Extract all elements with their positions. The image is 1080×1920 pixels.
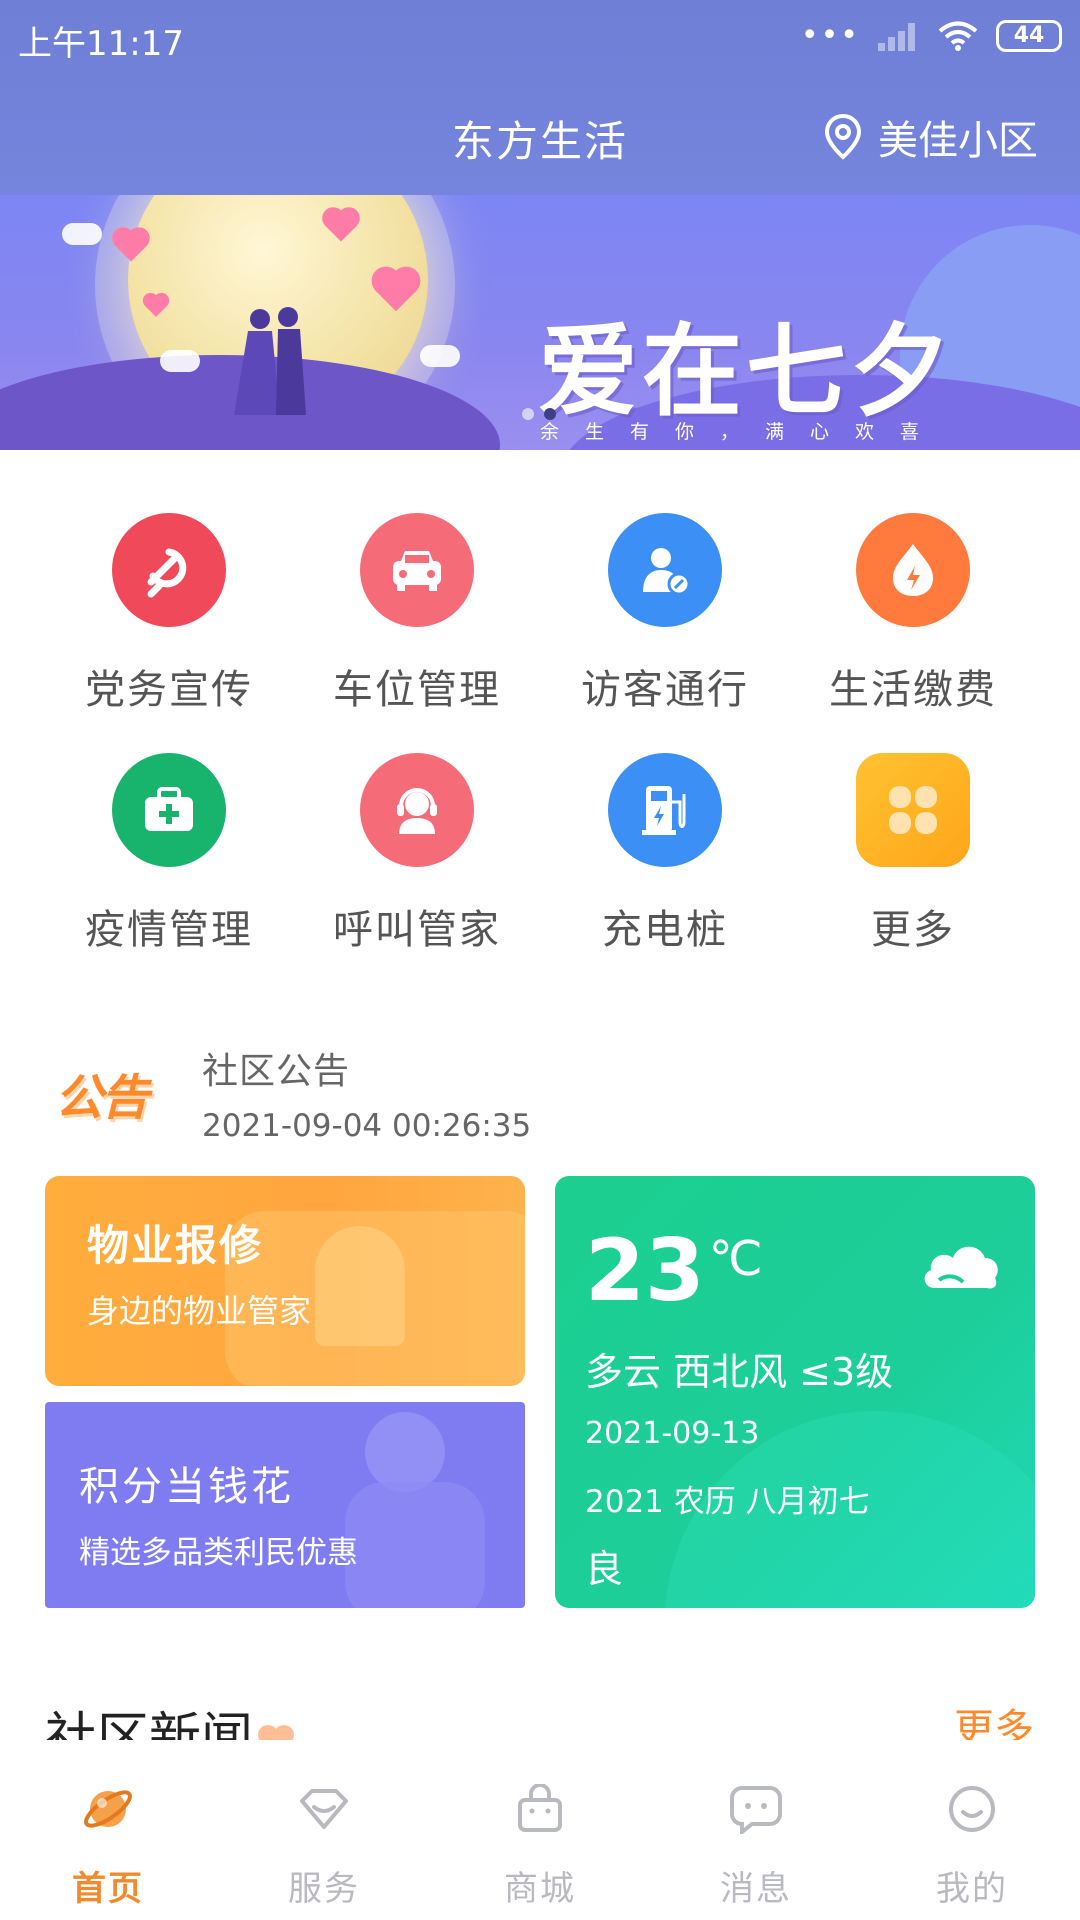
- chat-bubble-icon: [648, 1773, 864, 1845]
- shopping-bag-icon: [432, 1773, 648, 1845]
- more-dots-icon: •••: [800, 18, 860, 53]
- status-time: 上午11:17: [18, 24, 184, 64]
- cloudy-weather-icon: [924, 1246, 998, 1289]
- service-label: 党务宣传: [85, 667, 253, 713]
- wifi-icon: [938, 20, 978, 52]
- cloud-icon: [420, 345, 460, 367]
- weather-date: 2021-09-13: [585, 1416, 760, 1451]
- visitor-icon: [608, 513, 722, 627]
- service-label: 疫情管理: [85, 907, 253, 953]
- service-label: 充电桩: [602, 907, 728, 953]
- planet-icon: [0, 1773, 216, 1845]
- notice-time: 2021-09-04 00:26:35: [202, 1108, 532, 1144]
- diamond-icon: [216, 1773, 432, 1845]
- cloud-icon: [62, 223, 102, 245]
- medical-kit-icon: [112, 753, 226, 867]
- nav-label: 我的: [936, 1869, 1008, 1909]
- bottom-nav: 首页 服务 商城 消息 我的: [0, 1745, 1080, 1920]
- news-decoration: [258, 1725, 294, 1740]
- nav-label: 商城: [504, 1869, 576, 1909]
- location-label: 美佳小区: [878, 118, 1038, 164]
- service-label: 车位管理: [333, 667, 501, 713]
- service-visitor[interactable]: 访客通行: [541, 513, 789, 715]
- service-butler[interactable]: 呼叫管家: [293, 753, 541, 955]
- nav-profile[interactable]: 我的: [864, 1745, 1080, 1910]
- nav-label: 消息: [720, 1869, 792, 1909]
- service-label: 更多: [871, 907, 955, 953]
- nav-home[interactable]: 首页: [0, 1745, 216, 1910]
- points-title: 积分当钱花: [79, 1464, 294, 1510]
- car-icon: [360, 513, 474, 627]
- status-icons: ••• 44: [801, 18, 1062, 53]
- headset-icon: [360, 753, 474, 867]
- weather-description: 多云 西北风 ≤3级: [585, 1350, 894, 1394]
- service-payment[interactable]: 生活缴费: [789, 513, 1037, 715]
- service-parking[interactable]: 车位管理: [293, 513, 541, 715]
- points-card[interactable]: 积分当钱花 精选多品类利民优惠: [45, 1402, 525, 1608]
- service-grid: 党务宣传 车位管理 访客通行 生活缴费 疫情管理 呼叫管家 充电桩 更多: [0, 450, 1080, 970]
- status-bar: 上午11:17 ••• 44: [0, 0, 1080, 75]
- weather-unit: ℃: [708, 1231, 763, 1287]
- nav-label: 首页: [72, 1869, 144, 1909]
- signal-icon: [878, 21, 920, 51]
- news-more-link[interactable]: 更多: [954, 1696, 1034, 1740]
- news-title: 社区新闻: [45, 1708, 254, 1740]
- service-charging[interactable]: 充电桩: [541, 753, 789, 955]
- service-label: 访客通行: [581, 667, 749, 713]
- more-grid-icon: [856, 753, 970, 867]
- cloud-icon: [160, 350, 200, 372]
- couple-silhouette: [234, 307, 306, 415]
- nav-service[interactable]: 服务: [216, 1745, 432, 1910]
- repair-subtitle: 身边的物业管家: [87, 1292, 312, 1330]
- service-label: 生活缴费: [829, 667, 997, 713]
- notice-title[interactable]: 社区公告: [202, 1042, 350, 1094]
- news-header: 社区新闻 更多: [0, 1690, 1080, 1740]
- weather-temperature: 23℃: [585, 1221, 763, 1321]
- weather-card[interactable]: 23℃ 多云 西北风 ≤3级 2021-09-13 2021 农历 八月初七 良: [555, 1176, 1035, 1608]
- party-emblem-icon: [112, 513, 226, 627]
- banner-subtitle: 余生有你，满心欢喜: [540, 421, 946, 443]
- points-subtitle: 精选多品类利民优惠: [79, 1535, 358, 1571]
- banner-title: 爱在七夕: [538, 313, 954, 430]
- flame-icon: [856, 513, 970, 627]
- nav-messages[interactable]: 消息: [648, 1745, 864, 1910]
- charging-pile-icon: [608, 753, 722, 867]
- service-label: 呼叫管家: [333, 907, 501, 953]
- promo-banner[interactable]: 爱在七夕 余生有你，满心欢喜: [0, 195, 1080, 450]
- weather-lunar-date: 2021 农历 八月初七: [585, 1484, 870, 1520]
- air-quality: 良: [585, 1547, 624, 1591]
- notice-logo: 公告: [55, 1070, 149, 1126]
- repair-title: 物业报修: [87, 1221, 264, 1270]
- smiley-icon: [864, 1773, 1080, 1845]
- nav-mall[interactable]: 商城: [432, 1745, 648, 1910]
- service-more[interactable]: 更多: [789, 753, 1037, 955]
- location-pin-icon: [824, 114, 862, 160]
- service-epidemic[interactable]: 疫情管理: [45, 753, 293, 955]
- battery-icon: 44: [996, 19, 1062, 52]
- property-repair-card[interactable]: 物业报修 身边的物业管家: [45, 1176, 525, 1386]
- nav-label: 服务: [288, 1869, 360, 1909]
- location-selector[interactable]: 美佳小区: [824, 108, 1038, 166]
- service-party[interactable]: 党务宣传: [45, 513, 293, 715]
